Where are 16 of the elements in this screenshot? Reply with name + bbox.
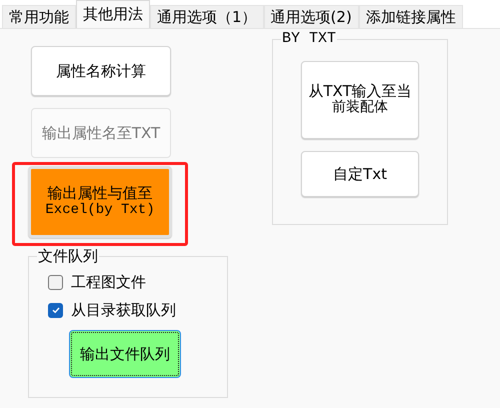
tab[interactable]: 其他用法 — [76, 0, 150, 28]
checkbox-label[interactable]: 工程图文件 — [71, 273, 146, 291]
checkbox[interactable] — [48, 302, 63, 318]
tab[interactable]: 通用选项（1） — [150, 5, 264, 28]
button[interactable]: 自定Txt — [301, 151, 419, 197]
group-title: 文件队列 — [37, 247, 99, 265]
tab[interactable]: 添加链接属性 — [358, 5, 463, 28]
button[interactable]: 属性名称计算 — [31, 46, 171, 96]
checkbox-label[interactable]: 从目录获取队列 — [71, 301, 176, 319]
tab[interactable]: 通用选项(2) — [264, 5, 359, 28]
button[interactable]: 从TXT输入至当 前装配体 — [301, 61, 419, 139]
tab[interactable]: 常用功能 — [2, 5, 76, 28]
button[interactable]: 输出属性与值至 Excel(by Txt) — [28, 166, 172, 238]
button[interactable]: 输出文件队列 — [69, 330, 181, 378]
checkbox[interactable] — [48, 274, 63, 290]
check-icon — [50, 305, 60, 315]
